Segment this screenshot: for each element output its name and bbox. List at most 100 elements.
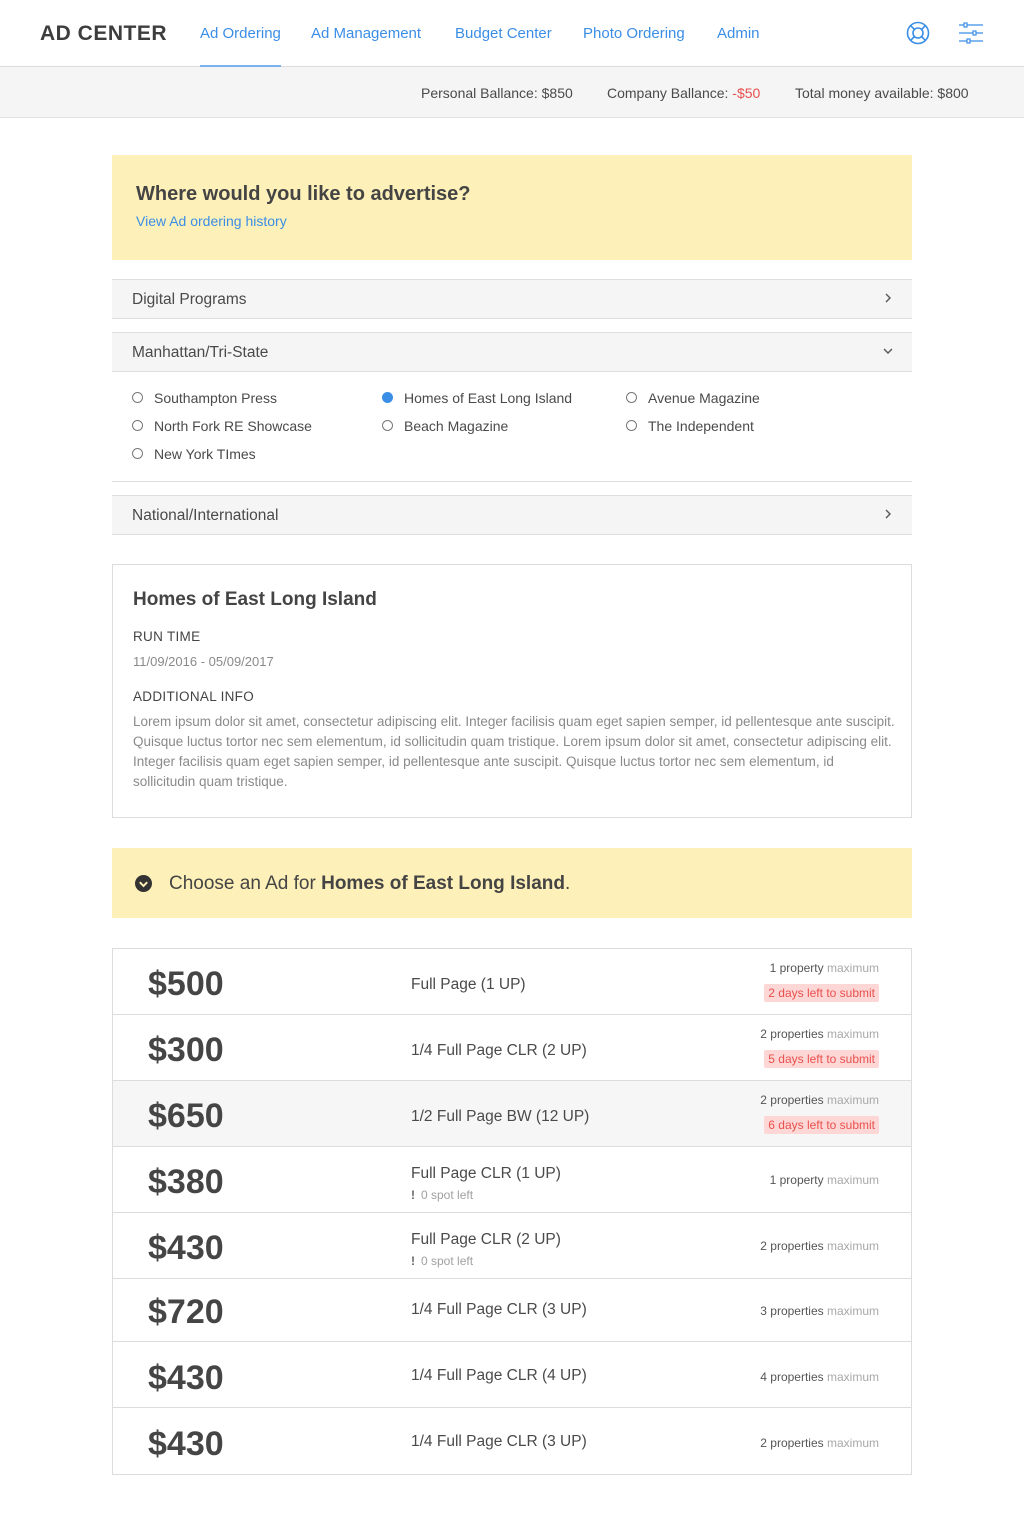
additional-info-label: ADDITIONAL INFO [133,689,255,704]
chevron-right-icon [885,293,891,303]
balance-bar: Personal Ballance: $850 Company Ballance… [0,67,1024,118]
nav-ad-management[interactable]: Ad Management [311,25,421,42]
ad-price: $430 [148,1229,224,1267]
ad-name: Full Page CLR (1 UP) [411,1165,561,1182]
choose-ad-prefix: Choose an Ad for [169,873,316,894]
ad-properties-count: 2 properties [760,1027,824,1041]
personal-balance-label: Personal Ballance: [421,85,538,101]
advertise-title: Where would you like to advertise? [136,183,471,205]
ad-name: Full Page CLR (2 UP) [411,1231,561,1248]
ad-properties-count: 2 properties [760,1093,824,1107]
total-money-value: $800 [937,85,969,101]
ad-row[interactable]: $650 1/2 Full Page BW (12 UP) 2 properti… [113,1081,911,1147]
ad-properties: 4 properties maximum [760,1370,879,1384]
deadline-badge: 5 days left to submit [764,1050,879,1068]
publication-label: Avenue Magazine [648,390,760,406]
spot-left: ! 0 spot left [411,1254,473,1268]
sliders-icon[interactable] [958,20,984,46]
app-title: AD CENTER [40,22,168,45]
spot-left: ! 0 spot left [411,1188,473,1202]
ad-properties-suffix: maximum [826,1370,879,1384]
nav-admin[interactable]: Admin [717,25,760,42]
ad-row[interactable]: $430 Full Page CLR (2 UP) ! 0 spot left 2… [113,1213,911,1279]
category-manhattan-tri-state[interactable]: Manhattan/Tri-State [112,332,912,372]
ad-properties: 2 properties maximum [760,1436,879,1450]
ad-row[interactable]: $380 Full Page CLR (1 UP) ! 0 spot left 1… [113,1147,911,1213]
ad-history-link[interactable]: View Ad ordering history [136,213,287,229]
ad-properties-suffix: maximum [826,1093,879,1107]
ad-list: $500 Full Page (1 UP) 1 property maximum… [112,948,912,1475]
radio-icon [626,420,637,431]
exclamation-icon: ! [411,1254,415,1268]
publication-label: The Independent [648,418,754,434]
advertise-banner: Where would you like to advertise? View … [112,155,912,260]
ad-properties: 1 property maximum [770,961,879,975]
ad-price: $720 [148,1293,224,1331]
ad-price: $650 [148,1097,224,1135]
radio-icon [132,448,143,459]
publication-label: Beach Magazine [404,418,509,434]
publication-label: New York TImes [154,446,256,462]
ad-properties: 2 properties maximum [760,1239,879,1253]
ad-properties-suffix: maximum [826,961,879,975]
company-balance: Company Ballance: -$50 [607,85,760,101]
ad-row[interactable]: $720 1/4 Full Page CLR (3 UP) 3 properti… [113,1279,911,1342]
total-money-label: Total money available: [795,85,934,101]
deadline-badge: 6 days left to submit [764,1116,879,1134]
ad-row[interactable]: $300 1/4 Full Page CLR (2 UP) 2 properti… [113,1015,911,1081]
ad-name: 1/4 Full Page CLR (3 UP) [411,1433,587,1450]
ad-properties-count: 2 properties [760,1239,824,1253]
choose-ad-text: Choose an Ad for Homes of East Long Isla… [169,873,570,895]
publication-details-card: Homes of East Long Island RUN TIME 11/09… [112,564,912,818]
ad-row[interactable]: $430 1/4 Full Page CLR (3 UP) 2 properti… [113,1408,911,1474]
deadline-badge: 2 days left to submit [764,984,879,1002]
chevron-right-icon [885,509,891,519]
ad-price: $500 [148,965,224,1003]
ad-properties-suffix: maximum [826,1027,879,1041]
company-balance-label: Company Ballance: [607,85,729,101]
total-money: Total money available: $800 [795,85,969,101]
category-label: Digital Programs [132,291,247,308]
ad-price: $300 [148,1031,224,1069]
ad-properties-suffix: maximum [826,1304,879,1318]
ad-row[interactable]: $430 1/4 Full Page CLR (4 UP) 4 properti… [113,1342,911,1408]
lifebuoy-icon[interactable] [905,20,931,46]
radio-icon [382,420,393,431]
ad-price: $430 [148,1359,224,1397]
category-digital-programs[interactable]: Digital Programs [112,279,912,319]
ad-properties-count: 1 property [769,1173,824,1187]
ad-name: 1/4 Full Page CLR (2 UP) [411,1042,587,1059]
ad-name: 1/4 Full Page CLR (3 UP) [411,1301,587,1318]
ad-properties-suffix: maximum [826,1239,879,1253]
nav-photo-ordering[interactable]: Photo Ordering [583,25,685,42]
ad-properties: 2 properties maximum [760,1027,879,1041]
ad-properties-count: 2 properties [760,1436,824,1450]
publication-title: Homes of East Long Island [133,589,377,610]
ad-name: 1/2 Full Page BW (12 UP) [411,1108,590,1125]
radio-icon [626,392,637,403]
chevron-down-icon [883,348,893,354]
ad-price: $380 [148,1163,224,1201]
choose-ad-banner: Choose an Ad for Homes of East Long Isla… [112,848,912,918]
radio-checked-icon [382,392,393,403]
choose-ad-publication: Homes of East Long Island [321,873,565,894]
ad-row[interactable]: $500 Full Page (1 UP) 1 property maximum… [113,949,911,1015]
publication-label: North Fork RE Showcase [154,418,312,434]
ad-properties-suffix: maximum [826,1436,879,1450]
category-national-international[interactable]: National/International [112,495,912,535]
run-time-value: 11/09/2016 - 05/09/2017 [133,654,274,669]
radio-icon [132,392,143,403]
spot-left-text: 0 spot left [421,1188,474,1202]
publication-label: Homes of East Long Island [404,390,573,406]
radio-icon [132,420,143,431]
spot-left-text: 0 spot left [421,1254,474,1268]
ad-price: $430 [148,1425,224,1463]
ad-properties: 3 properties maximum [760,1304,879,1318]
ad-name: Full Page (1 UP) [411,976,526,993]
ad-properties: 2 properties maximum [760,1093,879,1107]
publication-options: Southampton Press Homes of East Long Isl… [112,372,912,482]
nav-budget-center[interactable]: Budget Center [455,25,552,42]
personal-balance-value: $850 [541,85,573,101]
choose-ad-suffix: . [564,873,571,894]
nav-ad-ordering[interactable]: Ad Ordering [200,25,281,67]
